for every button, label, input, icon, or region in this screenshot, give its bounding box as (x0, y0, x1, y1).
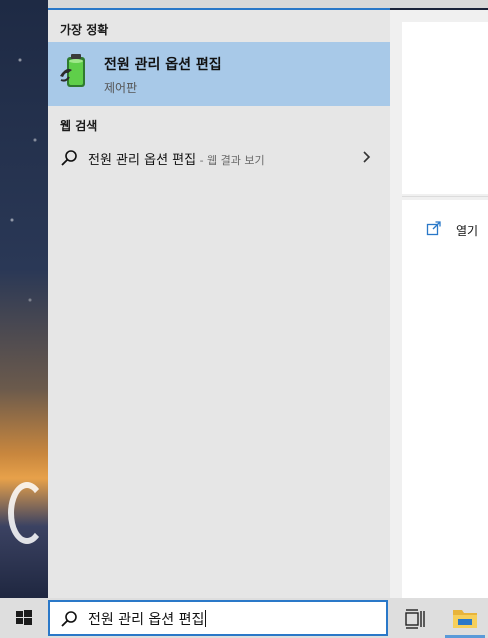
panel-top-accent (48, 8, 390, 10)
text-caret (205, 610, 207, 627)
wallpaper-swirl (8, 482, 46, 544)
task-view-icon[interactable] (404, 608, 426, 630)
search-icon (61, 611, 77, 627)
battery-power-icon (60, 54, 85, 87)
web-search-heading: 웹 검색 (60, 119, 98, 133)
preview-card (402, 22, 488, 194)
best-match-title: 전원 관리 옵션 편집 (104, 57, 222, 73)
best-match-subtitle: 제어판 (104, 81, 138, 95)
windows-start-icon[interactable] (0, 598, 48, 638)
best-match-heading: 가장 정확 (60, 23, 109, 37)
open-icon (426, 221, 441, 236)
panel-top-strip (48, 0, 488, 8)
search-input-value: 전원 관리 옵션 편집 (88, 612, 205, 628)
search-input[interactable]: 전원 관리 옵션 편집 (88, 609, 207, 629)
file-explorer-icon[interactable] (452, 606, 478, 630)
web-search-query: 전원 관리 옵션 편집 (88, 153, 197, 168)
best-match-result[interactable] (48, 42, 390, 106)
preview-actions (402, 200, 488, 598)
search-icon (61, 150, 77, 166)
preview-divider (402, 196, 488, 197)
web-search-suffix: - 웹 결과 보기 (196, 154, 265, 167)
web-search-text: 전원 관리 옵션 편집 - 웹 결과 보기 (88, 149, 265, 168)
chevron-right-icon[interactable] (360, 150, 374, 164)
open-action[interactable]: 열기 (456, 222, 478, 239)
